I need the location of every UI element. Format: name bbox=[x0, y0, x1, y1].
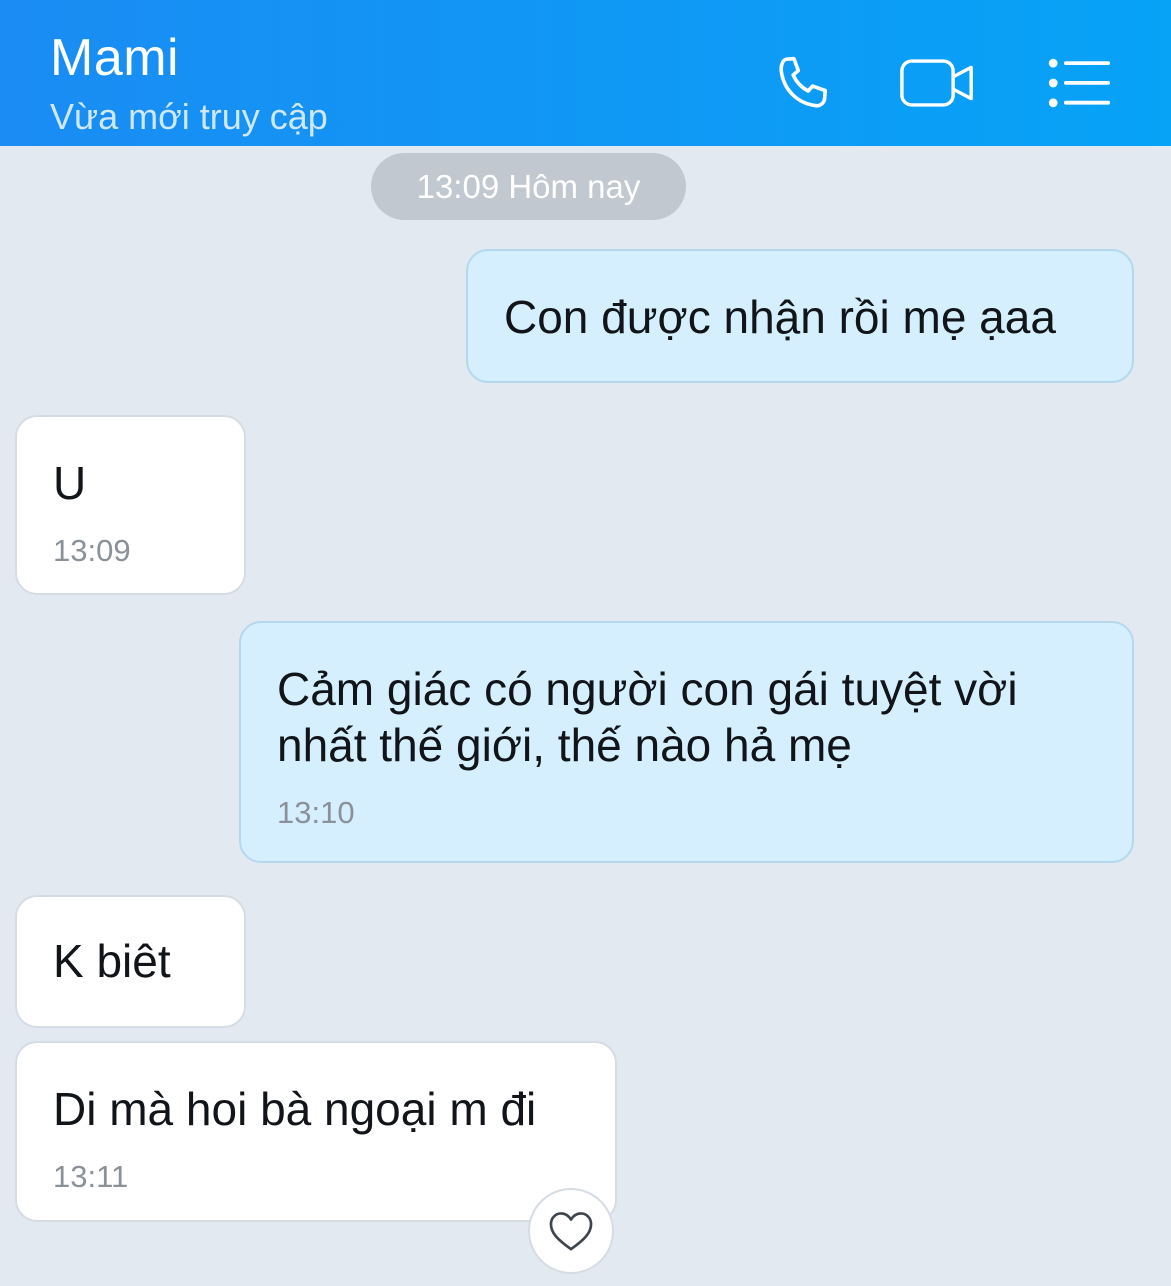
list-menu-icon bbox=[1048, 58, 1110, 108]
date-separator: 13:09 Hôm nay bbox=[371, 153, 686, 220]
chat-header: Mami Vừa mới truy cập bbox=[0, 0, 1171, 146]
chat-options-button[interactable] bbox=[1040, 48, 1120, 118]
react-button[interactable] bbox=[528, 1188, 614, 1274]
message-bubble-incoming[interactable]: U 13:09 bbox=[15, 415, 246, 595]
message-text: Con được nhận rồi mẹ ạaa bbox=[504, 291, 1056, 343]
message-bubble-outgoing[interactable]: Cảm giác có người con gái tuyệt vời nhất… bbox=[239, 621, 1134, 863]
contact-name[interactable]: Mami bbox=[50, 28, 179, 88]
video-camera-icon bbox=[900, 59, 973, 107]
message-time: 13:10 bbox=[277, 795, 355, 830]
message-bubble-incoming[interactable]: K biêt bbox=[15, 895, 246, 1028]
message-text: Cảm giác có người con gái tuyệt vời nhất… bbox=[277, 663, 1018, 771]
phone-icon bbox=[779, 56, 827, 108]
video-call-button[interactable] bbox=[898, 48, 978, 118]
call-button[interactable] bbox=[764, 48, 844, 118]
message-time: 13:11 bbox=[53, 1159, 129, 1194]
heart-icon bbox=[549, 1212, 593, 1251]
message-bubble-incoming[interactable]: Di mà hoi bà ngoại m đi 13:11 bbox=[15, 1041, 617, 1222]
message-time: 13:09 bbox=[53, 533, 131, 568]
message-bubble-outgoing[interactable]: Con được nhận rồi mẹ ạaa bbox=[466, 249, 1134, 383]
message-text: Di mà hoi bà ngoại m đi bbox=[53, 1083, 537, 1135]
contact-status: Vừa mới truy cập bbox=[50, 96, 328, 137]
message-text: U bbox=[53, 457, 87, 509]
message-text: K biêt bbox=[53, 935, 171, 987]
